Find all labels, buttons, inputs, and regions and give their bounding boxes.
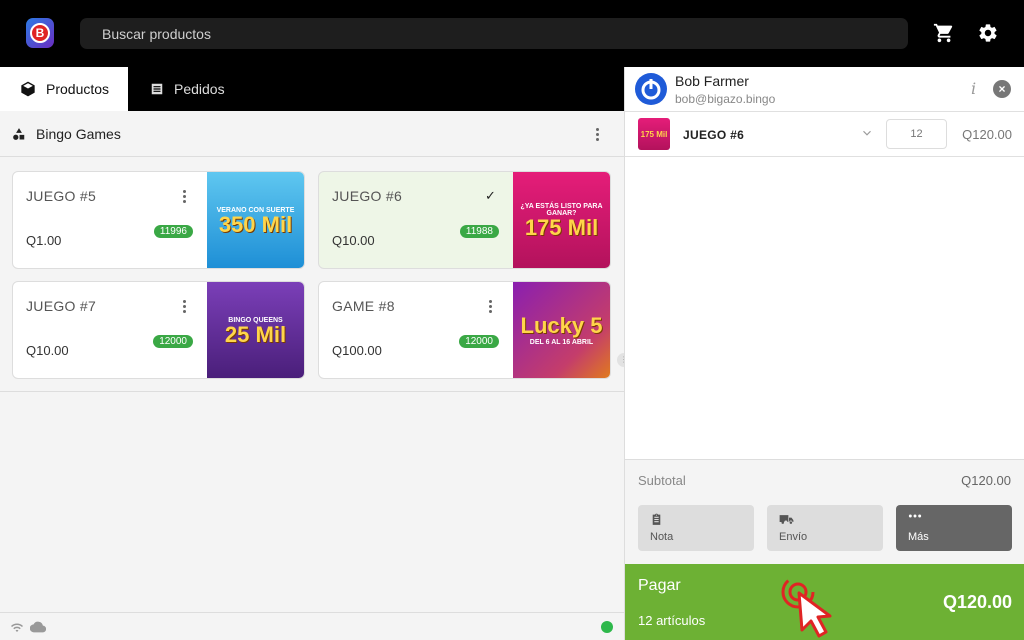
stock-badge: 11988: [459, 225, 499, 238]
app-logo[interactable]: B: [26, 18, 54, 48]
customer-header[interactable]: Bob Farmer bob@bigazo.bingo i ×: [625, 67, 1024, 112]
nota-label: Nota: [650, 531, 674, 543]
product-name: JUEGO #5: [26, 188, 97, 204]
truck-icon: [779, 515, 794, 524]
list-icon: [151, 83, 163, 95]
mas-button[interactable]: Más: [896, 505, 1012, 551]
envio-button[interactable]: Envío: [767, 505, 883, 551]
nota-button[interactable]: Nota: [638, 505, 754, 551]
quantity-input[interactable]: [886, 119, 947, 149]
product-image: BINGO QUEENS 25 Mil: [207, 282, 304, 378]
pay-label: Pagar: [638, 577, 681, 594]
product-art-headline: 350 Mil: [218, 211, 293, 237]
product-card-juego-5[interactable]: JUEGO #5 Q1.00 11996 VERANO CON SUERTE 3…: [12, 171, 305, 269]
product-price: Q1.00: [26, 233, 62, 248]
stock-badge: 12000: [153, 335, 193, 348]
customer-name: Bob Farmer: [675, 73, 749, 89]
product-price: Q10.00: [26, 343, 69, 358]
products-panel: Productos Pedidos Bingo Games JUEGO #5 Q…: [0, 67, 624, 640]
product-grid: JUEGO #5 Q1.00 11996 VERANO CON SUERTE 3…: [0, 157, 624, 392]
status-bar: [0, 612, 624, 640]
info-icon[interactable]: i: [971, 79, 976, 98]
tab-pedidos-label: Pedidos: [174, 81, 225, 97]
power-icon: [641, 79, 661, 100]
close-icon[interactable]: ×: [993, 80, 1011, 98]
tab-productos-label: Productos: [46, 81, 110, 97]
wifi-icon: [10, 623, 24, 632]
shapes-icon: [13, 127, 25, 140]
cart-line-item[interactable]: 175 Mil JUEGO #6 Q120.00: [625, 112, 1024, 157]
product-name: JUEGO #6: [332, 188, 403, 204]
product-price: Q100.00: [332, 343, 382, 358]
check-icon: ✓: [485, 188, 496, 203]
product-menu-icon[interactable]: [483, 298, 497, 314]
cart-icon[interactable]: [933, 22, 955, 44]
click-cursor-icon: [781, 575, 832, 638]
product-price: Q10.00: [332, 233, 375, 248]
cart-panel: Bob Farmer bob@bigazo.bingo i × 175 Mil …: [624, 67, 1024, 640]
logo-letter: B: [30, 23, 50, 43]
more-icon: [908, 514, 922, 518]
gear-icon[interactable]: [977, 22, 999, 44]
line-item-total: Q120.00: [962, 127, 1012, 142]
product-card-game-8[interactable]: GAME #8 Q100.00 12000 Lucky 5 DEL 6 AL 1…: [318, 281, 611, 379]
product-menu-icon[interactable]: [177, 298, 191, 314]
tab-pedidos[interactable]: Pedidos: [128, 67, 258, 111]
subtotal-label: Subtotal: [638, 473, 686, 488]
online-status-dot: [601, 621, 613, 633]
box-icon: [21, 81, 35, 97]
category-header: Bingo Games: [0, 111, 624, 157]
product-art-headline: 175 Mil: [524, 215, 599, 240]
line-item-name: JUEGO #6: [683, 128, 745, 142]
clipboard-icon: [652, 513, 661, 525]
subtotal-value: Q120.00: [961, 473, 1011, 488]
product-art-caption: DEL 6 AL 16 ABRIL: [529, 338, 594, 346]
tab-bar: Productos Pedidos: [0, 67, 624, 111]
product-image: VERANO CON SUERTE 350 Mil: [207, 172, 304, 268]
product-art-headline: Lucky 5: [520, 312, 603, 338]
stock-badge: 12000: [459, 335, 499, 348]
pay-button[interactable]: Pagar 12 artículos Q120.00: [625, 564, 1024, 640]
stock-badge: 11996: [153, 225, 193, 238]
line-item-thumbnail-text: 175 Mil: [640, 129, 668, 139]
category-title: Bingo Games: [36, 125, 121, 142]
pay-total: Q120.00: [942, 592, 1012, 612]
chevron-down-icon[interactable]: [860, 126, 874, 140]
product-menu-icon[interactable]: [177, 188, 191, 204]
mas-label: Más: [908, 531, 929, 543]
product-image: ¿YA ESTÁS LISTO PARA GANAR? 175 Mil: [513, 172, 610, 268]
cart-items-area: [625, 157, 1024, 460]
product-name: JUEGO #7: [26, 298, 97, 314]
product-art-headline: 25 Mil: [224, 321, 287, 347]
tab-productos[interactable]: Productos: [0, 67, 128, 111]
customer-email: bob@bigazo.bingo: [675, 92, 776, 106]
search-input[interactable]: [80, 18, 908, 49]
avatar: [635, 73, 667, 105]
top-bar: B: [0, 0, 1024, 67]
line-item-thumbnail: 175 Mil: [638, 118, 670, 150]
product-card-juego-6[interactable]: JUEGO #6 ✓ Q10.00 11988 ¿YA ESTÁS LISTO …: [318, 171, 611, 269]
envio-label: Envío: [779, 531, 808, 543]
product-card-juego-7[interactable]: JUEGO #7 Q10.00 12000 BINGO QUEENS 25 Mi…: [12, 281, 305, 379]
product-name: GAME #8: [332, 298, 395, 314]
pay-item-count: 12 artículos: [638, 613, 706, 628]
category-menu-icon[interactable]: [590, 126, 604, 142]
cloud-icon: [30, 621, 46, 633]
product-image: Lucky 5 DEL 6 AL 16 ABRIL: [513, 282, 610, 378]
